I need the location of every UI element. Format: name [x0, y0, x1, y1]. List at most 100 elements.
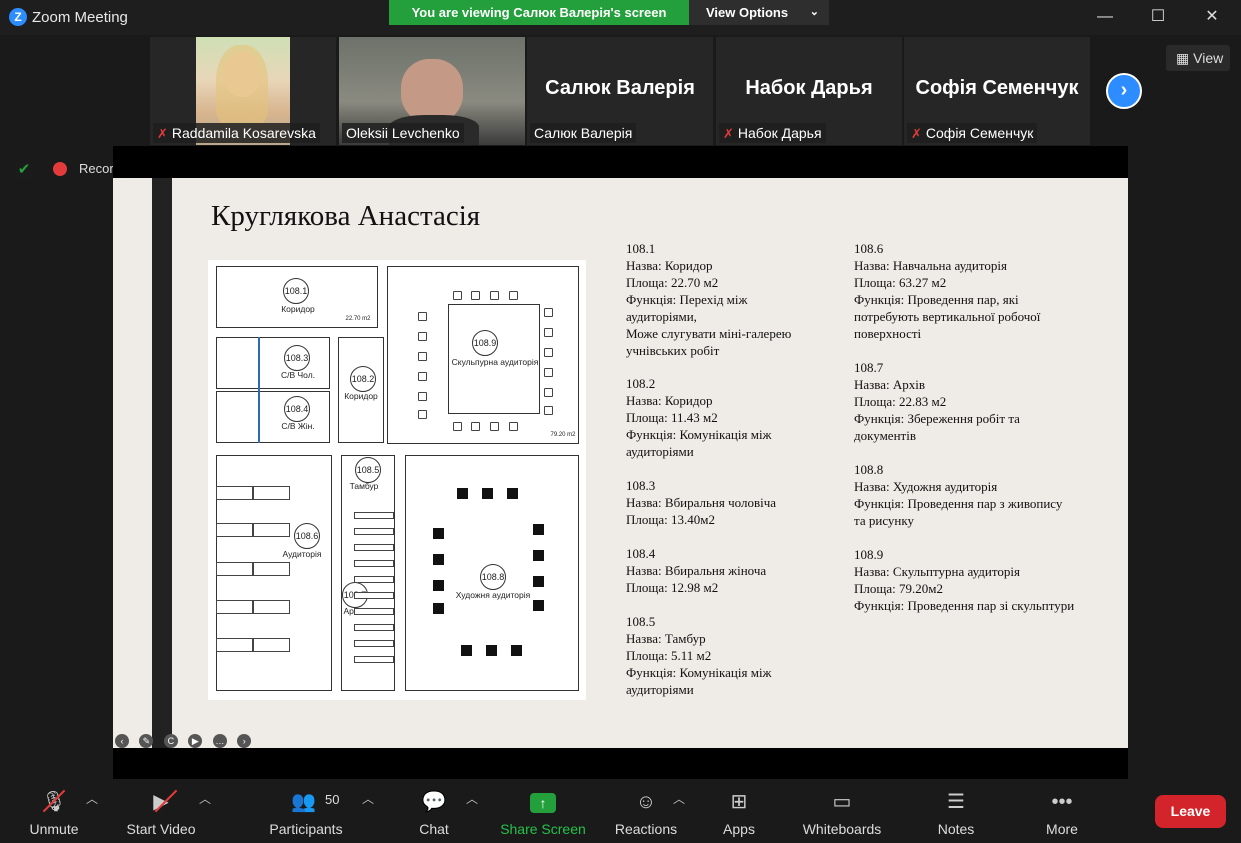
description-line: 108.7 [854, 360, 884, 375]
maximize-icon[interactable]: ☐ [1147, 6, 1169, 28]
participant-tile[interactable]: Набок Дарья ✗ Набок Дарья [716, 37, 902, 145]
room-description: 108.9 Назва: Скульптурна аудиторія Площа… [854, 546, 1074, 614]
participant-strip: ✗ Raddamila Kosarevska Oleksii Levchenko … [150, 37, 1090, 145]
shield-icon[interactable]: ✔ [14, 160, 34, 180]
unmute-button[interactable]: 🎙 Unmute [22, 780, 86, 843]
reactions-button[interactable]: ☺ Reactions [612, 780, 680, 843]
room-number: 108.6 [294, 523, 320, 549]
desk [253, 562, 290, 576]
minimize-icon[interactable]: — [1094, 6, 1116, 28]
shelf [354, 624, 394, 631]
room-number: 108.9 [472, 330, 498, 356]
chair [418, 392, 427, 401]
camera-icon[interactable]: ▶ [188, 734, 203, 748]
next-slide-icon[interactable]: › [237, 734, 252, 748]
room-name: Скульпурна аудиторія [451, 357, 539, 367]
pen-icon[interactable]: ✎ [139, 734, 154, 748]
room-108-4 [216, 391, 330, 443]
reactions-label: Reactions [614, 821, 678, 837]
desk [216, 562, 253, 576]
more-icon[interactable]: … [212, 734, 227, 748]
chevron-up-icon[interactable]: ︿ [673, 790, 685, 807]
easel [486, 645, 497, 656]
chair [544, 406, 553, 415]
notes-button[interactable]: ☰ Notes [932, 780, 980, 843]
room-name: С/В Чол. [280, 370, 316, 380]
apps-button[interactable]: ⊞ Apps [716, 780, 762, 843]
partition-line [258, 337, 260, 443]
view-options-button[interactable]: View Options ⌄ [689, 0, 829, 25]
chair [490, 291, 499, 300]
slide-title: Круглякова Анастасія [211, 200, 481, 232]
desk [253, 523, 290, 537]
captions-icon[interactable]: C [163, 734, 178, 748]
notes-label: Notes [937, 821, 975, 837]
description-line: Може слугувати міні-галерею [626, 326, 792, 341]
description-line: Функція: Комунікація між [626, 427, 772, 442]
description-line: потребують вертикальної робочої [854, 309, 1041, 324]
easel [433, 603, 444, 614]
room-number: 108.8 [480, 564, 506, 590]
meeting-toolbar: 🎙 Unmute ︿ ▶ Start Video ︿ 👥 50 Particip… [0, 780, 1241, 843]
description-line: аудиторіями, [626, 309, 697, 324]
desk [253, 638, 290, 652]
video-off-icon: ▶ [153, 791, 169, 813]
room-name: Аудиторія [282, 549, 322, 559]
whiteboards-button[interactable]: ▭ Whiteboards [798, 780, 886, 843]
room-name: Коридор [281, 304, 315, 314]
mic-muted-icon: ✗ [723, 126, 734, 141]
desk [216, 486, 253, 500]
room-description: 108.1 Назва: Коридор Площа: 22.70 м2 Фун… [626, 240, 791, 359]
chat-button[interactable]: 💬 Chat [410, 780, 458, 843]
leave-button[interactable]: Leave [1155, 795, 1226, 828]
previous-slide-icon[interactable]: ‹ [115, 734, 129, 748]
participant-tile[interactable]: Софія Семенчук ✗ Софія Семенчук [904, 37, 1090, 145]
chat-icon: 💬 [421, 791, 447, 813]
next-page-icon[interactable]: › [1106, 73, 1142, 109]
description-line: Назва: Художня аудиторія [854, 479, 998, 494]
chevron-up-icon[interactable]: ︿ [199, 790, 211, 807]
room-108-3 [216, 337, 330, 389]
apps-label: Apps [723, 821, 755, 837]
description-line: 108.1 [626, 241, 656, 256]
description-line: та рисунку [854, 513, 915, 528]
chair [544, 348, 553, 357]
close-icon[interactable]: ✕ [1201, 6, 1223, 28]
room-number: 108.4 [284, 396, 310, 422]
view-button[interactable]: ▦ View [1166, 45, 1230, 71]
description-line: 108.4 [626, 546, 656, 561]
chevron-up-icon[interactable]: ︿ [466, 790, 478, 807]
participant-nameplate: ✗ Набок Дарья [719, 123, 826, 143]
chat-label: Chat [419, 821, 449, 837]
share-screen-button[interactable]: ↑ Share Screen [500, 780, 586, 843]
chair [544, 388, 553, 397]
desk [216, 638, 253, 652]
desk [216, 523, 253, 537]
chevron-up-icon[interactable]: ︿ [362, 790, 374, 807]
start-video-button[interactable]: ▶ Start Video [120, 780, 202, 843]
chevron-up-icon[interactable]: ︿ [86, 790, 98, 807]
mic-muted-icon: ✗ [911, 126, 922, 141]
description-line: 108.8 [854, 462, 884, 477]
participant-tile[interactable]: Салюк Валерія Салюк Валерія [527, 37, 713, 145]
description-line: Площа: 12.98 м2 [626, 580, 719, 595]
shelf [354, 592, 394, 599]
participant-tile[interactable]: Oleksii Levchenko [339, 37, 525, 145]
room-area: 79.20 m2 [550, 432, 576, 438]
viewing-banner: You are viewing Салюк Валерія's screen [389, 0, 689, 25]
more-button[interactable]: ••• More [1038, 780, 1086, 843]
room-description: 108.3 Назва: Вбиральня чоловіча Площа: 1… [626, 477, 776, 528]
description-line: Назва: Вбиральня жіноча [626, 563, 767, 578]
participants-button[interactable]: 👥 50 Participants [265, 780, 347, 843]
participant-name: Набок Дарья [737, 125, 822, 141]
description-line: учнівських робіт [626, 343, 720, 358]
description-line: документів [854, 428, 916, 443]
participant-tile[interactable]: ✗ Raddamila Kosarevska [150, 37, 336, 145]
room-name: Тамбур [349, 481, 379, 491]
room-description: 108.4 Назва: Вбиральня жіноча Площа: 12.… [626, 545, 766, 596]
participant-name: Софія Семенчук [925, 125, 1034, 141]
easel [461, 645, 472, 656]
room-description: 108.2 Назва: Коридор Площа: 11.43 м2 Фун… [626, 375, 772, 460]
description-line: Функція: Проведення пар зі скульптури [854, 598, 1075, 613]
description-line: 108.9 [854, 547, 884, 562]
